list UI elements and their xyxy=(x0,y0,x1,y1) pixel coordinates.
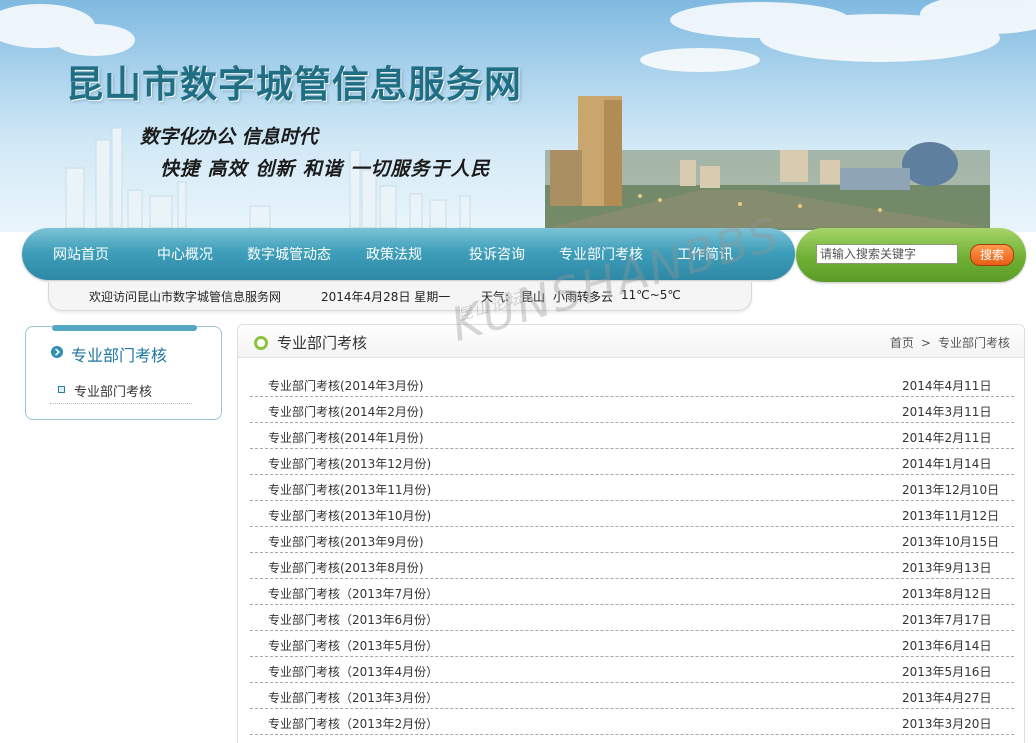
nav-item-news[interactable]: 数字城管动态 xyxy=(247,244,331,264)
article-title-link[interactable]: 专业部门考核（2013年2月份） xyxy=(268,715,438,732)
weather-label: 天气: xyxy=(481,290,510,304)
sidebar-tab-decoration xyxy=(52,325,197,331)
article-date: 2013年7月17日 xyxy=(902,613,992,627)
weather-temp: 11℃~5℃ xyxy=(621,288,681,302)
main-header: 专业部门考核 首页 > 专业部门考核 xyxy=(238,325,1024,358)
article-date: 2014年1月14日 xyxy=(902,457,992,471)
article-row[interactable]: 专业部门考核(2013年8月份) 2013年9月13日 xyxy=(250,553,1014,579)
article-date: 2013年8月12日 xyxy=(902,587,992,601)
article-row[interactable]: 专业部门考核(2014年3月份) 2014年4月11日 xyxy=(250,371,1014,397)
article-title-link[interactable]: 专业部门考核(2014年1月份) xyxy=(268,429,424,446)
header-banner: 昆山市数字城管信息服务网 数字化办公 信息时代 快捷 高效 创新 和谐 一切服务… xyxy=(0,0,1036,232)
article-date: 2013年5月16日 xyxy=(902,665,992,679)
info-bar: 欢迎访问昆山市数字城管信息服务网 2014年4月28日 星期一 天气: 昆山 小… xyxy=(48,282,752,311)
square-bullet-icon xyxy=(58,386,65,393)
article-date: 2013年12月10日 xyxy=(902,483,1000,497)
article-row[interactable]: 专业部门考核（2013年3月份） 2013年4月27日 xyxy=(250,683,1014,709)
nav-item-briefing[interactable]: 工作简讯 xyxy=(677,244,733,264)
article-title-link[interactable]: 专业部门考核(2013年8月份) xyxy=(268,559,424,576)
article-title-link[interactable]: 专业部门考核(2013年9月份) xyxy=(268,533,424,550)
article-title-link[interactable]: 专业部门考核（2013年7月份） xyxy=(268,585,438,602)
article-list: 专业部门考核(2014年3月份) 2014年4月11日专业部门考核(2014年2月… xyxy=(250,371,1014,735)
weather-city: 昆山 xyxy=(521,290,546,304)
article-row[interactable]: 专业部门考核(2014年1月份) 2014年2月11日 xyxy=(250,423,1014,449)
article-title-link[interactable]: 专业部门考核(2013年10月份) xyxy=(268,507,431,524)
circle-bullet-icon xyxy=(254,336,268,350)
article-title-link[interactable]: 专业部门考核（2013年3月份） xyxy=(268,689,438,706)
sidebar: 专业部门考核 专业部门考核 xyxy=(25,325,222,420)
page-title: 专业部门考核 xyxy=(277,334,368,352)
article-row[interactable]: 专业部门考核（2013年2月份） 2013年3月20日 xyxy=(250,709,1014,735)
current-date: 2014年4月28日 星期一 xyxy=(321,290,451,304)
article-title-link[interactable]: 专业部门考核（2013年5月份） xyxy=(268,637,438,654)
article-row[interactable]: 专业部门考核(2013年10月份) 2013年11月12日 xyxy=(250,501,1014,527)
sidebar-item-assessment[interactable]: 专业部门考核 xyxy=(50,377,192,404)
search-box: 搜索 xyxy=(796,228,1026,282)
article-date: 2013年11月12日 xyxy=(902,509,1000,523)
main-nav-bar: 网站首页 中心概况 数字城管动态 政策法规 投诉咨询 专业部门考核 工作简讯 xyxy=(22,228,795,280)
article-row[interactable]: 专业部门考核（2013年7月份） 2013年8月12日 xyxy=(250,579,1014,605)
article-title-link[interactable]: 专业部门考核(2014年3月份) xyxy=(268,377,424,394)
main-nav: 网站首页 中心概况 数字城管动态 政策法规 投诉咨询 专业部门考核 工作简讯 xyxy=(22,228,795,280)
sidebar-title: 专业部门考核 xyxy=(71,346,168,365)
article-row[interactable]: 专业部门考核(2013年11月份) 2013年12月10日 xyxy=(250,475,1014,501)
article-date: 2014年2月11日 xyxy=(902,431,992,445)
slogan-line-1: 数字化办公 信息时代 xyxy=(140,126,318,148)
article-row[interactable]: 专业部门考核(2013年9月份) 2013年10月15日 xyxy=(250,527,1014,553)
article-date: 2014年3月11日 xyxy=(902,405,992,419)
weather-desc: 小雨转多云 xyxy=(553,290,614,304)
article-title-link[interactable]: 专业部门考核(2013年11月份) xyxy=(268,481,431,498)
article-row[interactable]: 专业部门考核（2013年6月份） 2013年7月17日 xyxy=(250,605,1014,631)
article-date: 2013年3月20日 xyxy=(902,717,992,731)
nav-item-about[interactable]: 中心概况 xyxy=(157,244,213,264)
search-button[interactable]: 搜索 xyxy=(970,244,1014,266)
main-content: 专业部门考核 首页 > 专业部门考核 专业部门考核(2014年3月份) 2014年4月… xyxy=(237,324,1025,743)
slogan-line-2: 快捷 高效 创新 和谐 一切服务于人民 xyxy=(160,158,491,180)
article-row[interactable]: 专业部门考核(2014年2月份) 2014年3月11日 xyxy=(250,397,1014,423)
breadcrumb-separator: > xyxy=(920,336,931,350)
page: 昆山市数字城管信息服务网 数字化办公 信息时代 快捷 高效 创新 和谐 一切服务… xyxy=(0,0,1036,743)
breadcrumb: 首页 > 专业部门考核 xyxy=(890,334,1010,351)
nav-item-complaint[interactable]: 投诉咨询 xyxy=(469,244,525,264)
article-title-link[interactable]: 专业部门考核（2013年4月份） xyxy=(268,663,438,680)
article-row[interactable]: 专业部门考核（2013年4月份） 2013年5月16日 xyxy=(250,657,1014,683)
nav-item-home[interactable]: 网站首页 xyxy=(53,244,109,264)
chevron-right-icon xyxy=(51,346,63,358)
article-title-link[interactable]: 专业部门考核(2014年2月份) xyxy=(268,403,424,420)
nav-item-assessment[interactable]: 专业部门考核 xyxy=(559,244,643,264)
welcome-text: 欢迎访问昆山市数字城管信息服务网 xyxy=(89,290,282,304)
article-date: 2014年4月11日 xyxy=(902,379,992,393)
article-title-link[interactable]: 专业部门考核（2013年6月份） xyxy=(268,611,438,628)
article-row[interactable]: 专业部门考核（2013年5月份） 2013年6月14日 xyxy=(250,631,1014,657)
breadcrumb-current[interactable]: 专业部门考核 xyxy=(938,336,1010,350)
breadcrumb-home[interactable]: 首页 xyxy=(890,336,914,350)
article-date: 2013年10月15日 xyxy=(902,535,1000,549)
sidebar-item-label: 专业部门考核 xyxy=(74,385,153,400)
article-date: 2013年6月14日 xyxy=(902,639,992,653)
nav-item-policy[interactable]: 政策法规 xyxy=(366,244,422,264)
search-input[interactable] xyxy=(816,244,958,264)
article-row[interactable]: 专业部门考核(2013年12月份) 2014年1月14日 xyxy=(250,449,1014,475)
article-date: 2013年4月27日 xyxy=(902,691,992,705)
article-date: 2013年9月13日 xyxy=(902,561,992,575)
city-skyline-illustration xyxy=(0,0,1036,230)
article-title-link[interactable]: 专业部门考核(2013年12月份) xyxy=(268,455,431,472)
site-title: 昆山市数字城管信息服务网 xyxy=(66,63,522,106)
